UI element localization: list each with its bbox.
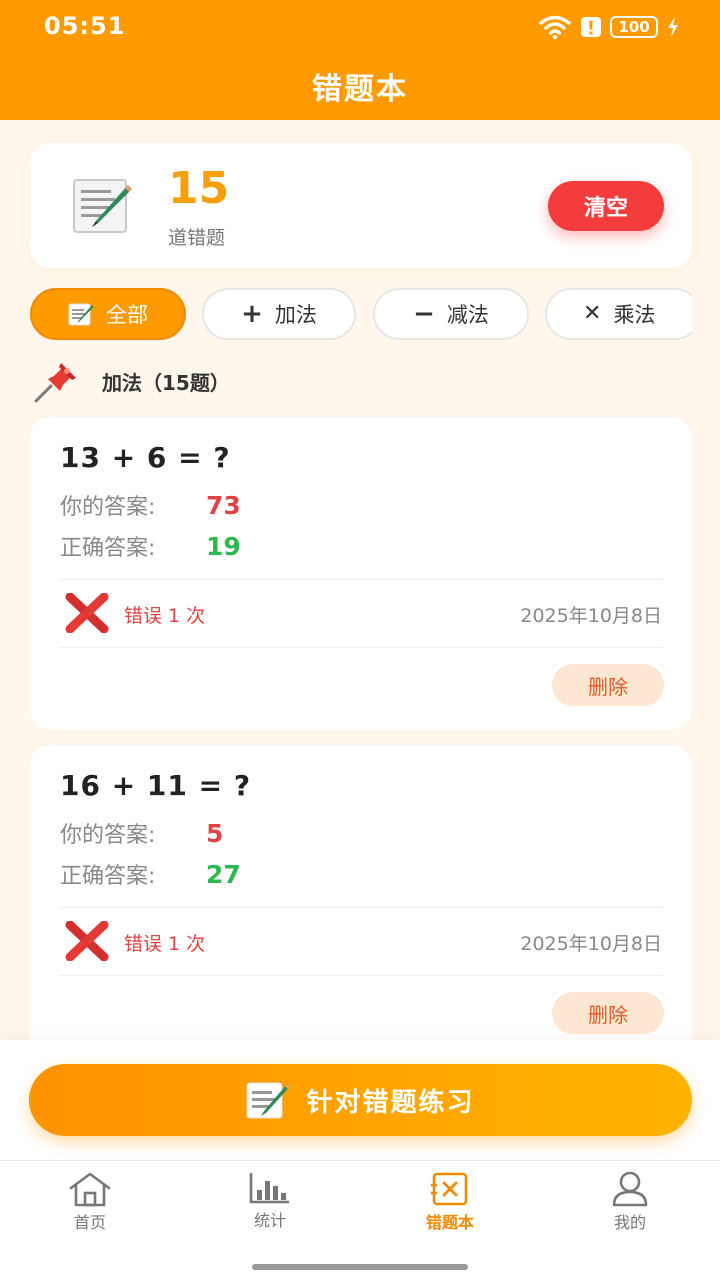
status-icons: 100 <box>538 14 680 40</box>
tab-profile[interactable]: 我的 <box>540 1171 720 1235</box>
practice-mistakes-button[interactable]: 针对错题练习 <box>29 1064 692 1136</box>
filter-chip-multiplication[interactable]: ✕ 乘法 <box>545 288 692 340</box>
filter-chip-label: 加法 <box>274 303 317 327</box>
tab-mistake-book[interactable]: 错题本 <box>360 1171 540 1235</box>
alert-icon <box>581 17 601 37</box>
mistake-date: 2025年10月8日 <box>520 605 662 627</box>
tab-label: 统计 <box>253 1211 286 1230</box>
your-answer-label: 你的答案: <box>60 823 156 848</box>
mistake-card: 16 + 11 = ? 你的答案: 5 正确答案: 27 错误 1 次 2025… <box>30 745 692 1057</box>
correct-answer-value: 27 <box>206 859 241 889</box>
home-icon <box>69 1172 111 1207</box>
section-header: 加法（15题） <box>34 358 230 404</box>
home-indicator <box>252 1264 468 1270</box>
section-title: 加法（15题） <box>102 370 230 395</box>
filter-chips: 全部 + 加法 − 减法 ✕ 乘法 <box>30 288 692 342</box>
bottom-tab-bar: 首页 统计 错题本 我的 <box>0 1160 720 1280</box>
correct-answer-label: 正确答案: <box>60 864 156 889</box>
memo-icon <box>68 303 94 326</box>
correct-answer-label: 正确答案: <box>60 536 156 561</box>
cross-mark-icon <box>65 921 109 961</box>
profile-icon <box>612 1171 648 1207</box>
divider <box>60 975 662 976</box>
tab-home[interactable]: 首页 <box>0 1171 180 1235</box>
filter-chip-label: 减法 <box>446 303 489 327</box>
times-icon: ✕ <box>583 301 602 326</box>
tab-label: 首页 <box>73 1213 106 1232</box>
chart-icon <box>249 1173 289 1204</box>
your-answer-value: 5 <box>206 818 224 848</box>
your-answer-label: 你的答案: <box>60 495 156 520</box>
divider <box>60 647 662 648</box>
summary-card: 15 道错题 清空 <box>30 143 692 268</box>
filter-chip-addition[interactable]: + 加法 <box>202 288 356 340</box>
filter-chip-subtraction[interactable]: − 减法 <box>373 288 529 340</box>
wifi-icon <box>539 15 571 40</box>
page-title: 错题本 <box>312 72 408 107</box>
question-text: 16 + 11 = ? <box>60 769 252 802</box>
your-answer-row: 你的答案: 73 <box>60 489 241 521</box>
mistake-card: 13 + 6 = ? 你的答案: 73 正确答案: 19 错误 1 次 2025… <box>30 417 692 729</box>
divider <box>60 907 662 908</box>
error-count: 错误 1 次 <box>124 605 206 627</box>
mistake-book-icon <box>431 1172 468 1206</box>
error-count: 错误 1 次 <box>124 933 206 955</box>
memo-icon <box>246 1082 290 1119</box>
your-answer-row: 你的答案: 5 <box>60 817 223 849</box>
filter-chip-label: 全部 <box>106 303 148 327</box>
tab-label: 我的 <box>613 1213 646 1232</box>
battery-icon: 100 <box>610 16 658 38</box>
pushpin-icon <box>34 363 76 403</box>
correct-answer-row: 正确答案: 19 <box>60 530 241 562</box>
practice-button-label: 针对错题练习 <box>306 1087 475 1118</box>
correct-answer-row: 正确答案: 27 <box>60 858 241 890</box>
clear-button[interactable]: 清空 <box>548 181 664 231</box>
correct-answer-value: 19 <box>206 531 241 561</box>
filter-chip-all[interactable]: 全部 <box>30 288 186 340</box>
charging-icon <box>668 17 678 37</box>
cross-mark-icon <box>65 593 109 633</box>
delete-button[interactable]: 删除 <box>552 664 664 706</box>
tab-label: 错题本 <box>425 1213 474 1232</box>
memo-icon <box>73 179 132 233</box>
status-time: 05:51 <box>44 12 126 40</box>
delete-button[interactable]: 删除 <box>552 992 664 1034</box>
practice-panel: 针对错题练习 <box>0 1040 720 1160</box>
mistake-count: 15 <box>168 163 230 214</box>
divider <box>60 579 662 580</box>
tab-statistics[interactable]: 统计 <box>180 1171 360 1235</box>
minus-icon: − <box>413 299 435 329</box>
question-text: 13 + 6 = ? <box>60 441 231 474</box>
filter-chip-label: 乘法 <box>613 303 656 327</box>
mistake-count-label: 道错题 <box>168 227 226 249</box>
mistake-date: 2025年10月8日 <box>520 933 662 955</box>
plus-icon: + <box>241 299 263 329</box>
your-answer-value: 73 <box>206 490 241 520</box>
top-app-bar: 05:51 100 错题本 <box>0 0 720 120</box>
